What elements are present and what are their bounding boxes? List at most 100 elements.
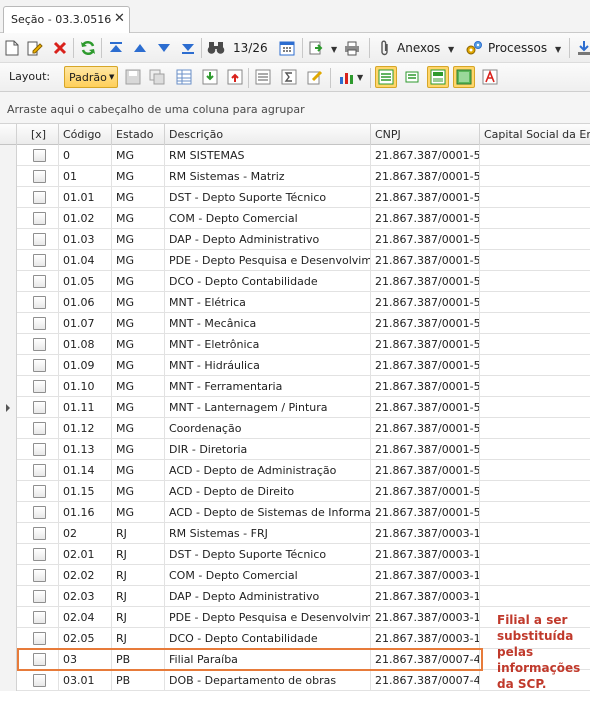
table-row[interactable]: 01.01 MG DST - Depto Suporte Técnico 21.867… xyxy=(0,187,590,208)
layout-dropdown[interactable]: Padrão ▼ xyxy=(64,66,118,88)
cell-codigo[interactable]: 01.04 xyxy=(59,250,112,271)
layout-copy-icon[interactable] xyxy=(148,68,166,86)
row-indicator[interactable] xyxy=(0,292,17,313)
delete-record-icon[interactable] xyxy=(51,39,69,57)
cell-codigo[interactable]: 02.01 xyxy=(59,544,112,565)
cell-cnpj[interactable]: 21.867.387/0007-43 xyxy=(371,670,480,691)
cell-estado[interactable]: RJ xyxy=(112,607,165,628)
group-by-panel[interactable]: Arraste aqui o cabeçalho de uma coluna p… xyxy=(0,92,590,124)
cell-codigo[interactable]: 01.13 xyxy=(59,439,112,460)
row-indicator[interactable] xyxy=(0,439,17,460)
cell-codigo[interactable]: 01.07 xyxy=(59,313,112,334)
row-indicator[interactable] xyxy=(0,145,17,166)
row-indicator[interactable] xyxy=(0,187,17,208)
table-row[interactable]: 01.09 MG MNT - Hidráulica 21.867.387/0001-5… xyxy=(0,355,590,376)
row-checkbox[interactable] xyxy=(33,401,46,414)
chart-icon[interactable] xyxy=(338,68,356,86)
table-row[interactable]: 01.02 MG COM - Depto Comercial 21.867.387/0… xyxy=(0,208,590,229)
new-record-icon[interactable] xyxy=(3,39,21,57)
cell-estado[interactable]: RJ xyxy=(112,544,165,565)
row-indicator[interactable] xyxy=(0,565,17,586)
cell-cnpj[interactable]: 21.867.387/0001-58 xyxy=(371,355,480,376)
layout-export-icon[interactable] xyxy=(226,68,244,86)
row-indicator[interactable] xyxy=(0,649,17,670)
row-indicator[interactable] xyxy=(0,271,17,292)
cell-estado[interactable]: MG xyxy=(112,145,165,166)
cell-estado[interactable]: MG xyxy=(112,481,165,502)
header-capital-social[interactable]: Capital Social da Empr xyxy=(480,124,590,145)
view-grid-icon[interactable] xyxy=(377,68,395,86)
cell-cnpj[interactable]: 21.867.387/0001-58 xyxy=(371,481,480,502)
cell-estado[interactable]: MG xyxy=(112,334,165,355)
gears-icon[interactable] xyxy=(465,39,483,57)
cell-codigo[interactable]: 03 xyxy=(59,649,112,670)
cell-cnpj[interactable]: 21.867.387/0003-10 xyxy=(371,544,480,565)
cell-descricao[interactable]: DCO - Depto Contabilidade xyxy=(165,271,371,292)
cell-descricao[interactable]: MNT - Eletrônica xyxy=(165,334,371,355)
cell-cnpj[interactable]: 21.867.387/0001-58 xyxy=(371,460,480,481)
cell-capital-social[interactable] xyxy=(480,460,590,481)
table-row[interactable]: 01.15 MG ACD - Depto de Direito 21.867.387/… xyxy=(0,481,590,502)
row-checkbox[interactable] xyxy=(33,275,46,288)
cell-estado[interactable]: MG xyxy=(112,460,165,481)
cell-capital-social[interactable] xyxy=(480,229,590,250)
cell-descricao[interactable]: DST - Depto Suporte Técnico xyxy=(165,187,371,208)
cell-codigo[interactable]: 02 xyxy=(59,523,112,544)
cell-codigo[interactable]: 01.10 xyxy=(59,376,112,397)
row-checkbox[interactable] xyxy=(33,548,46,561)
cell-codigo[interactable]: 01.02 xyxy=(59,208,112,229)
row-indicator[interactable] xyxy=(0,166,17,187)
cell-capital-social[interactable] xyxy=(480,544,590,565)
cell-estado[interactable]: MG xyxy=(112,397,165,418)
cell-estado[interactable]: MG xyxy=(112,271,165,292)
cell-capital-social[interactable] xyxy=(480,355,590,376)
row-indicator[interactable] xyxy=(0,355,17,376)
cell-descricao[interactable]: DAP - Depto Administrativo xyxy=(165,586,371,607)
layout-import-icon[interactable] xyxy=(201,68,219,86)
cell-cnpj[interactable]: 21.867.387/0003-10 xyxy=(371,607,480,628)
header-codigo[interactable]: Código xyxy=(59,124,112,145)
cell-capital-social[interactable] xyxy=(480,334,590,355)
cell-capital-social[interactable] xyxy=(480,187,590,208)
cell-cnpj[interactable]: 21.867.387/0001-58 xyxy=(371,292,480,313)
cell-descricao[interactable]: PDE - Depto Pesquisa e Desenvolvimento xyxy=(165,250,371,271)
row-indicator[interactable] xyxy=(0,670,17,691)
row-checkbox[interactable] xyxy=(33,590,46,603)
row-indicator[interactable] xyxy=(0,418,17,439)
cell-descricao[interactable]: ACD - Depto de Direito xyxy=(165,481,371,502)
row-indicator[interactable] xyxy=(0,586,17,607)
edit-record-icon[interactable] xyxy=(26,39,44,57)
row-indicator[interactable] xyxy=(0,229,17,250)
cell-descricao[interactable]: RM SISTEMAS xyxy=(165,145,371,166)
cell-capital-social[interactable] xyxy=(480,502,590,523)
cell-capital-social[interactable] xyxy=(480,481,590,502)
header-select-all[interactable]: [x] xyxy=(17,124,59,145)
cell-cnpj[interactable]: 21.867.387/0001-58 xyxy=(371,229,480,250)
row-indicator[interactable] xyxy=(0,481,17,502)
find-binoculars-icon[interactable] xyxy=(207,39,225,57)
cell-cnpj[interactable]: 21.867.387/0003-10 xyxy=(371,565,480,586)
cell-codigo[interactable]: 02.02 xyxy=(59,565,112,586)
row-checkbox[interactable] xyxy=(33,527,46,540)
print-icon[interactable] xyxy=(343,39,361,57)
cell-descricao[interactable]: COM - Depto Comercial xyxy=(165,208,371,229)
cell-cnpj[interactable]: 21.867.387/0001-58 xyxy=(371,271,480,292)
cell-capital-social[interactable] xyxy=(480,586,590,607)
cell-estado[interactable]: PB xyxy=(112,649,165,670)
calendar-grid-icon[interactable] xyxy=(278,39,296,57)
anexos-dropdown-icon[interactable]: ▼ xyxy=(448,45,454,54)
cell-descricao[interactable]: MNT - Lanternagem / Pintura xyxy=(165,397,371,418)
row-checkbox[interactable] xyxy=(33,485,46,498)
edit-layout-icon[interactable] xyxy=(306,68,324,86)
cell-descricao[interactable]: DIR - Diretoria xyxy=(165,439,371,460)
export-dropdown-icon[interactable]: ▼ xyxy=(331,45,337,54)
cell-estado[interactable]: MG xyxy=(112,376,165,397)
cell-descricao[interactable]: MNT - Hidráulica xyxy=(165,355,371,376)
font-format-icon[interactable] xyxy=(481,68,499,86)
cell-codigo[interactable]: 01.16 xyxy=(59,502,112,523)
view-list-icon[interactable] xyxy=(403,68,421,86)
row-checkbox[interactable] xyxy=(33,191,46,204)
cell-codigo[interactable]: 01.06 xyxy=(59,292,112,313)
table-row[interactable]: 01.08 MG MNT - Eletrônica 21.867.387/0001-5… xyxy=(0,334,590,355)
header-estado[interactable]: Estado xyxy=(112,124,165,145)
